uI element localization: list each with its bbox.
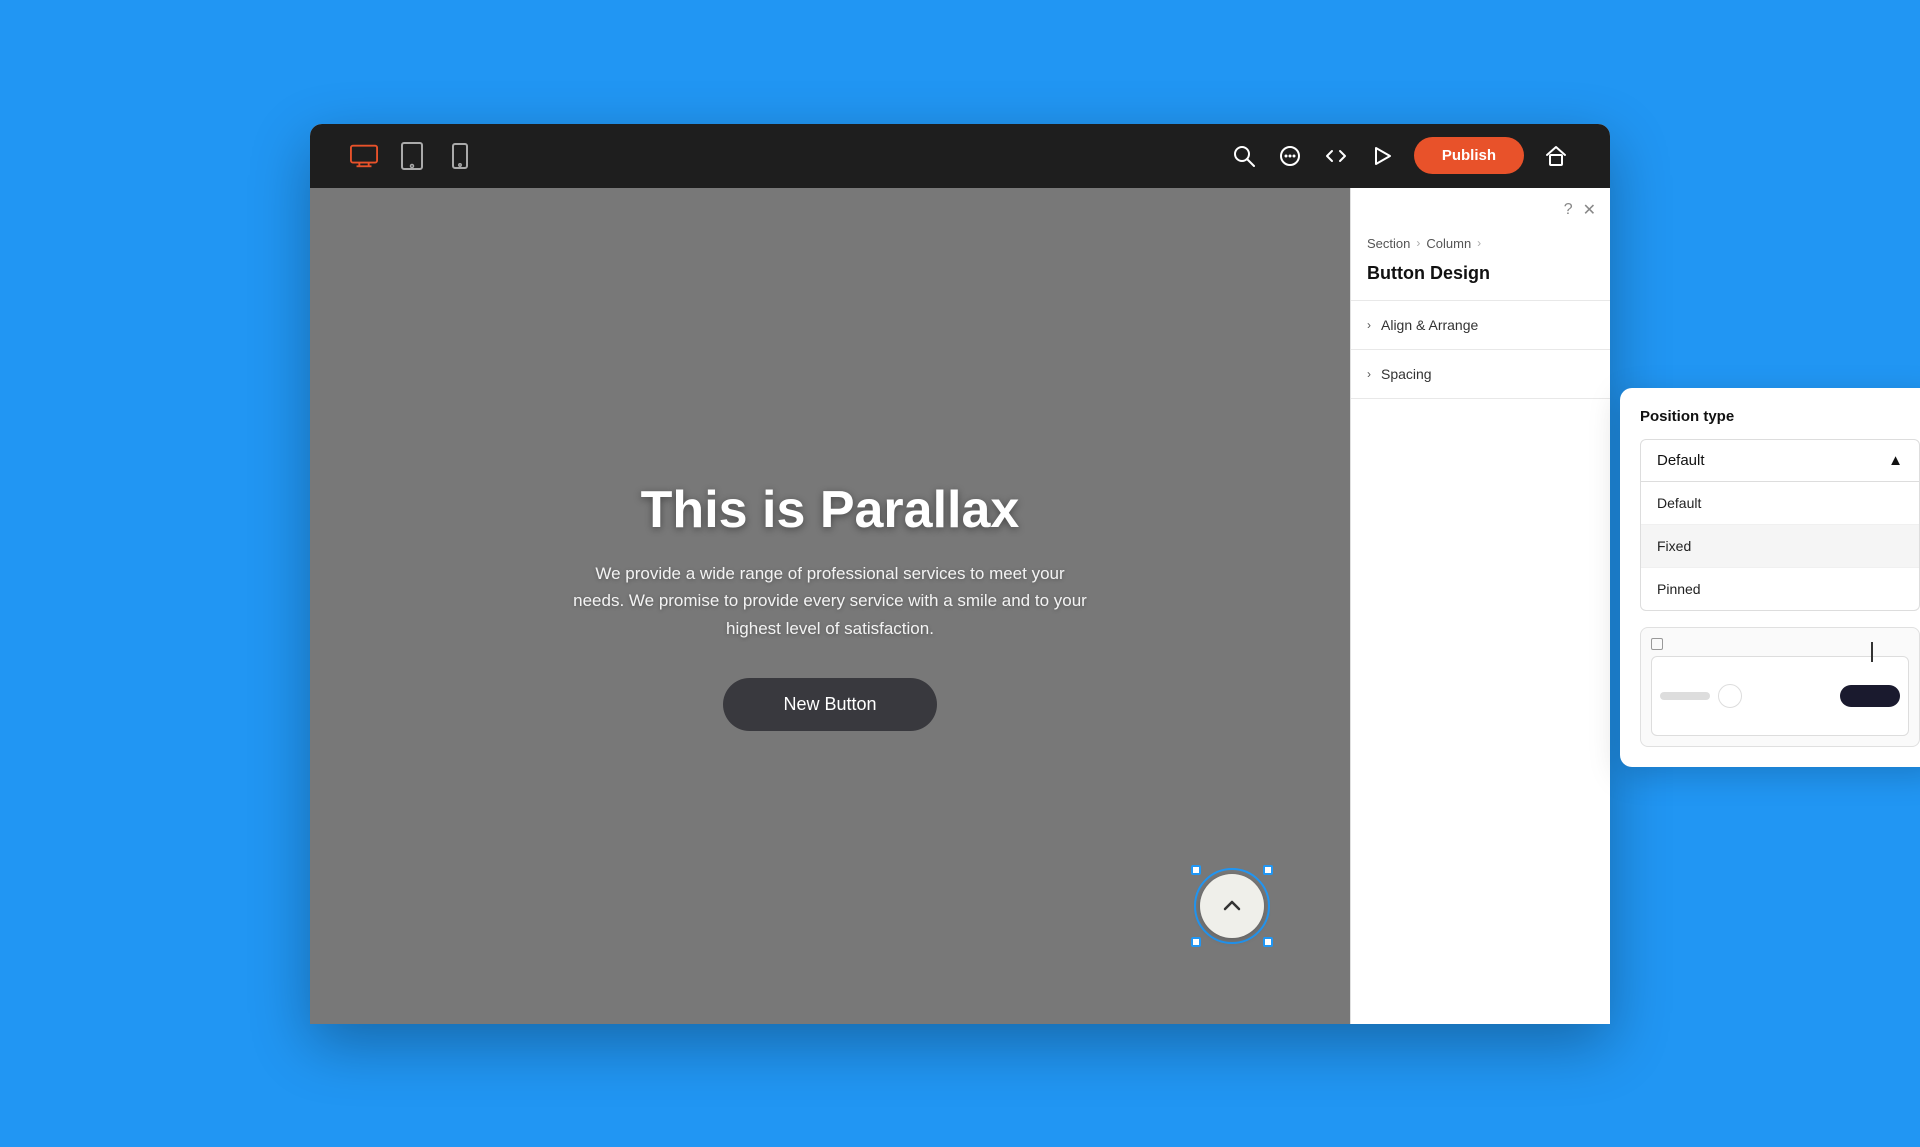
help-button[interactable]: ? xyxy=(1564,201,1573,219)
preview-dark-pill xyxy=(1840,685,1900,707)
browser-window: Publish This is Parallax We provide a wi… xyxy=(310,124,1610,1024)
canvas-cta-button[interactable]: New Button xyxy=(723,678,936,731)
preview-circle xyxy=(1718,684,1742,708)
device-icons xyxy=(350,145,474,167)
dropdown-selected[interactable]: Default ▲ xyxy=(1640,439,1920,482)
dropdown-list: Default Fixed Pinned xyxy=(1640,482,1920,611)
breadcrumb-sep-1: › xyxy=(1416,236,1420,250)
floating-panel: Position type Default ▲ Default Fixed Pi… xyxy=(1620,388,1920,767)
breadcrumb-sep-2: › xyxy=(1477,236,1481,250)
breadcrumb: Section › Column › xyxy=(1351,232,1610,263)
preview-cursor xyxy=(1871,642,1873,662)
side-panel: ? ✕ Section › Column › Button Design › A… xyxy=(1350,188,1610,1024)
accordion-header-align[interactable]: › Align & Arrange xyxy=(1351,301,1610,349)
dropdown-option-fixed[interactable]: Fixed xyxy=(1641,525,1919,568)
panel-title: Button Design xyxy=(1351,263,1610,300)
main-area: This is Parallax We provide a wide range… xyxy=(310,188,1610,1024)
accordion-header-spacing[interactable]: › Spacing xyxy=(1351,350,1610,398)
right-tools: Publish xyxy=(1230,137,1570,174)
accordion-spacing: › Spacing xyxy=(1351,350,1610,399)
canvas-content: This is Parallax We provide a wide range… xyxy=(490,480,1170,731)
scroll-button-container xyxy=(1194,868,1270,944)
chevron-up-icon: ▲ xyxy=(1888,452,1903,469)
home-icon[interactable] xyxy=(1542,142,1570,170)
canvas-area: This is Parallax We provide a wide range… xyxy=(310,188,1350,1024)
handle-bottom-left[interactable] xyxy=(1191,937,1201,947)
preview-box xyxy=(1640,627,1920,747)
chevron-align-icon: › xyxy=(1367,318,1371,332)
code-icon[interactable] xyxy=(1322,142,1350,170)
dropdown-selected-value: Default xyxy=(1657,452,1705,469)
accordion-align-arrange: › Align & Arrange xyxy=(1351,301,1610,350)
panel-top-bar: ? ✕ xyxy=(1351,188,1610,232)
preview-bar xyxy=(1660,692,1710,700)
search-icon[interactable] xyxy=(1230,142,1258,170)
scroll-up-button[interactable] xyxy=(1200,874,1264,938)
selection-box xyxy=(1194,868,1270,944)
accordion-label-spacing: Spacing xyxy=(1381,366,1432,382)
canvas-subtitle: We provide a wide range of professional … xyxy=(570,560,1090,642)
tablet-icon[interactable] xyxy=(398,145,426,167)
dropdown-option-default[interactable]: Default xyxy=(1641,482,1919,525)
handle-top-right[interactable] xyxy=(1263,865,1273,875)
breadcrumb-column[interactable]: Column xyxy=(1426,236,1471,251)
canvas-title: This is Parallax xyxy=(570,480,1090,540)
accordion-label-align: Align & Arrange xyxy=(1381,317,1478,333)
publish-button[interactable]: Publish xyxy=(1414,137,1524,174)
handle-top-left[interactable] xyxy=(1191,865,1201,875)
preview-inner xyxy=(1641,628,1919,746)
play-icon[interactable] xyxy=(1368,142,1396,170)
dropdown-option-pinned[interactable]: Pinned xyxy=(1641,568,1919,610)
mobile-icon[interactable] xyxy=(446,145,474,167)
chevron-spacing-icon: › xyxy=(1367,367,1371,381)
breadcrumb-section[interactable]: Section xyxy=(1367,236,1410,251)
preview-content-block xyxy=(1651,656,1909,736)
preview-checkbox xyxy=(1651,638,1663,650)
chat-icon[interactable] xyxy=(1276,142,1304,170)
top-bar: Publish xyxy=(310,124,1610,188)
position-type-label: Position type xyxy=(1640,408,1920,425)
handle-bottom-right[interactable] xyxy=(1263,937,1273,947)
desktop-icon[interactable] xyxy=(350,145,378,167)
close-button[interactable]: ✕ xyxy=(1583,200,1596,220)
